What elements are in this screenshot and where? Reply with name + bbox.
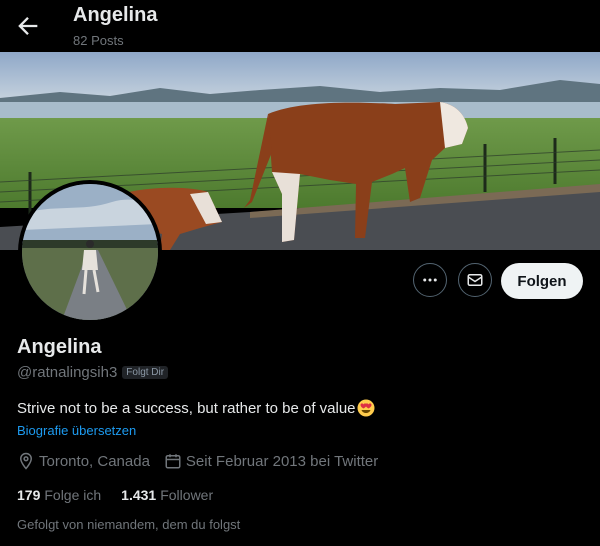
following-label: Folge ich bbox=[44, 487, 102, 503]
bio-text: Strive not to be a success, but rather t… bbox=[17, 399, 356, 417]
profile-header: Angelina 82 Posts bbox=[0, 0, 600, 52]
arrow-left-icon bbox=[18, 17, 38, 35]
followers-label: Follower bbox=[160, 487, 214, 503]
avatar[interactable] bbox=[18, 180, 162, 324]
profile-handle: @ratnalingsih3 bbox=[17, 364, 118, 381]
join-date-text: Seit Februar 2013 bei Twitter bbox=[185, 452, 379, 470]
follow-button[interactable]: Folgen bbox=[501, 263, 583, 299]
translate-bio-link[interactable]: Biografie übersetzen bbox=[17, 423, 136, 438]
envelope-icon bbox=[467, 274, 483, 286]
location-pin-icon bbox=[19, 452, 33, 470]
header-posts-count: 82 Posts bbox=[73, 33, 124, 48]
profile-stats: 179 Folge ich 1.431 Follower bbox=[17, 487, 233, 503]
profile-name: Angelina bbox=[17, 336, 102, 358]
header-title: Angelina bbox=[73, 4, 158, 26]
followers-count: 1.431 bbox=[121, 487, 157, 503]
followers-link[interactable]: 1.431 Follower bbox=[121, 487, 213, 503]
back-button[interactable] bbox=[14, 12, 42, 40]
heart-eyes-emoji-icon bbox=[357, 399, 375, 417]
profile-meta: Toronto, Canada Seit Februar 2013 bei Tw… bbox=[17, 452, 392, 470]
handle-row: @ratnalingsih3 Folgt Dir bbox=[17, 364, 169, 381]
following-link[interactable]: 179 Folge ich bbox=[17, 487, 101, 503]
following-count: 179 bbox=[17, 487, 41, 503]
location: Toronto, Canada bbox=[17, 452, 150, 470]
follows-you-badge: Folgt Dir bbox=[122, 366, 169, 379]
location-text: Toronto, Canada bbox=[39, 452, 150, 470]
more-horizontal-icon bbox=[423, 278, 437, 282]
more-button[interactable] bbox=[413, 263, 447, 297]
profile-bio: Strive not to be a success, but rather t… bbox=[17, 399, 375, 417]
join-date: Seit Februar 2013 bei Twitter bbox=[164, 452, 378, 470]
message-button[interactable] bbox=[458, 263, 492, 297]
calendar-icon bbox=[165, 454, 181, 469]
followed-by-text: Gefolgt von niemandem, dem du folgst bbox=[17, 517, 241, 532]
